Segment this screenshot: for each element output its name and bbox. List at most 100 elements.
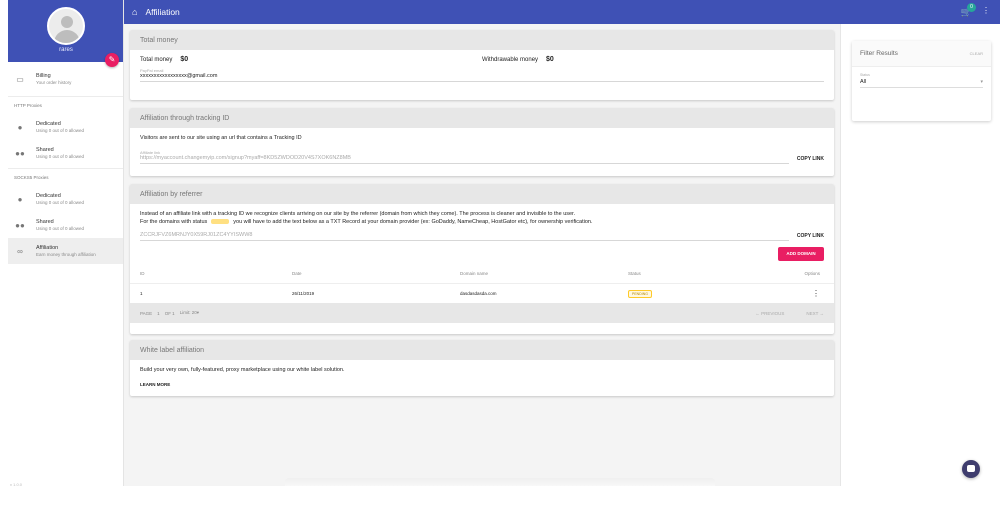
card-title: White label affiliation (130, 340, 834, 360)
sidebar-item-sublabel: Using 0 out of 0 allowed (36, 226, 85, 231)
sidebar-item-label: Affiliation (36, 245, 59, 251)
sidebar-item-http-dedicated[interactable]: ● Dedicated Using 0 out of 0 allowed (8, 114, 123, 140)
pager-limit-value: Limit: 20 (179, 310, 197, 315)
section-http-proxies: HTTP Proxies (8, 96, 123, 114)
cell-domain: dasdasdasda.com (460, 291, 497, 296)
sidebar-item-label: Dedicated (36, 193, 61, 199)
tracking-description: Visitors are sent to our site using an u… (140, 135, 302, 141)
avatar-body-shape (54, 30, 80, 43)
add-domain-button[interactable]: ADD DOMAIN (778, 247, 824, 261)
affiliate-link-field[interactable]: https://myaccount.changemyip.com/signup?… (140, 155, 789, 164)
edit-icon[interactable]: ✎ (105, 53, 119, 67)
white-label-description: Build your very own, fully-featured, pro… (140, 367, 345, 373)
top-app-bar: ⌂ Affiliation 🛒 0 ⋮ (124, 0, 1000, 24)
sidebar-item-label: Shared (36, 219, 54, 225)
tracking-id-card: Affiliation through tracking ID Visitors… (130, 108, 834, 176)
card-title: Affiliation by referrer (130, 184, 834, 204)
bottom-overlay-edge (285, 478, 715, 486)
column-header-options: Options (804, 270, 820, 276)
app-root: rares ✎ ▭ Billing Your order history HTT… (0, 0, 1000, 506)
sidebar-item-socks-dedicated[interactable]: ● Dedicated Using 0 out of 0 allowed (8, 186, 123, 212)
avatar[interactable] (47, 7, 85, 45)
sidebar-item-socks-shared[interactable]: ●● Shared Using 0 out of 0 allowed (8, 212, 123, 238)
status-badge: PENDING (628, 289, 652, 298)
column-header-status[interactable]: Status (628, 271, 778, 276)
sidebar-item-sublabel: Using 0 out of 0 allowed (36, 128, 85, 133)
filter-card: Filter Results CLEAR Status All ▾ (852, 41, 991, 121)
status-filter-value: All (860, 79, 867, 85)
pager-page-number[interactable]: 1 (157, 311, 160, 316)
cell-status: PENDING (628, 289, 778, 298)
pager-of-label: OF 1 (164, 310, 175, 316)
group-icon: ●● (15, 148, 25, 158)
link-icon: ∞ (17, 246, 23, 256)
total-money-card: Total money Total money $0 Withdrawable … (130, 30, 834, 100)
column-header-id[interactable]: ID (130, 271, 292, 276)
chat-bubble-shape (967, 465, 975, 472)
referrer-card: Affiliation by referrer Instead of an af… (130, 184, 834, 334)
sidebar-item-sublabel: Using 0 out of 0 allowed (36, 200, 85, 205)
table-row[interactable]: 1 26/11/2019 dasdasdasda.com PENDING ⋮ (130, 283, 834, 303)
pager-limit-select[interactable]: Limit: 20▾ (180, 310, 199, 316)
group-icon: ●● (15, 220, 25, 230)
sidebar-item-sublabel: Using 0 out of 0 allowed (36, 154, 85, 159)
sidebar-item-http-shared[interactable]: ●● Shared Using 0 out of 0 allowed (8, 140, 123, 166)
chat-icon[interactable] (962, 460, 980, 478)
chevron-down-icon: ▾ (980, 79, 983, 85)
paypal-email-field[interactable]: xxxxxxxxxxxxxxxxx@gmail.com (140, 73, 824, 82)
profile-header: rares ✎ (8, 0, 123, 67)
learn-more-button[interactable]: LEARN MORE (140, 382, 824, 387)
total-money-value: $0 (180, 56, 189, 63)
domains-table: ID Date Domain name Status Options 1 26/… (130, 263, 834, 303)
person-icon: ● (17, 122, 23, 132)
sidebar-item-sublabel: Your order history (36, 80, 72, 85)
filter-panel: Filter Results CLEAR Status All ▾ (840, 24, 1000, 486)
column-header-date[interactable]: Date (292, 271, 460, 276)
sidebar-item-label: Shared (36, 147, 54, 153)
status-filter-label: Status (860, 73, 870, 77)
withdrawable-money-label: Withdrawable money (482, 56, 539, 63)
referrer-description-2b: you will have to add the text below as a… (233, 219, 593, 225)
column-header-domain[interactable]: Domain name (460, 271, 628, 276)
pager-page-label: PAGE (140, 310, 153, 316)
version-label: v 1.0.0 (10, 482, 23, 487)
billing-icon: ▭ (16, 74, 24, 84)
total-money-label: Total money (140, 56, 173, 63)
cart-count-badge: 0 (967, 3, 976, 12)
cell-options: ⋮ (778, 289, 834, 298)
card-title: Affiliation through tracking ID (130, 108, 834, 128)
referrer-description-2a: For the domains with status (140, 219, 208, 225)
table-pager: PAGE 1 OF 1 Limit: 20▾ ← PREVIOUS NEXT → (130, 303, 834, 323)
home-icon[interactable]: ⌂ (132, 7, 137, 17)
sidebar-item-label: Billing (36, 73, 51, 79)
sidebar: rares ✎ ▭ Billing Your order history HTT… (8, 0, 124, 486)
table-header: ID Date Domain name Status Options (130, 263, 834, 283)
card-title: Total money (130, 30, 834, 50)
sidebar-item-affiliation[interactable]: ∞ Affiliation Earn money through affilia… (8, 238, 123, 264)
sidebar-item-billing[interactable]: ▭ Billing Your order history (8, 66, 123, 92)
clear-filter-button[interactable]: CLEAR (970, 51, 983, 56)
previous-page-button[interactable]: ← PREVIOUS (755, 311, 784, 316)
more-vert-icon[interactable]: ⋮ (812, 289, 820, 298)
chevron-down-icon: ▾ (196, 310, 199, 315)
cell-id: 1 (140, 291, 143, 296)
cell-date: 26/11/2019 (292, 291, 315, 296)
avatar-head-shape (61, 16, 73, 28)
next-page-button[interactable]: NEXT → (806, 311, 824, 316)
white-label-card: White label affiliation Build your very … (130, 340, 834, 396)
referrer-description-2: For the domains with status you will have… (140, 218, 824, 226)
sidebar-item-label: Dedicated (36, 121, 61, 127)
sidebar-item-sublabel: Earn money through affiliation (36, 252, 96, 257)
pending-status-swatch (211, 219, 230, 225)
username: rares (59, 47, 73, 53)
copy-txt-button[interactable]: COPY LINK (797, 233, 824, 241)
person-icon: ● (17, 194, 23, 204)
copy-link-button[interactable]: COPY LINK (797, 156, 824, 164)
page-title: Affiliation (145, 7, 180, 17)
withdrawable-money-value: $0 (546, 56, 554, 63)
txt-record-field[interactable]: ZCCRJFVZ6MRNJY0X59RJ01ZC4YYISWW8 (140, 232, 789, 241)
section-socks-proxies: SOCKS5 Proxies (8, 168, 123, 186)
more-vert-icon[interactable]: ⋮ (982, 6, 990, 15)
status-filter-select[interactable]: All ▾ (860, 79, 983, 88)
filter-header: Filter Results CLEAR (852, 41, 991, 67)
